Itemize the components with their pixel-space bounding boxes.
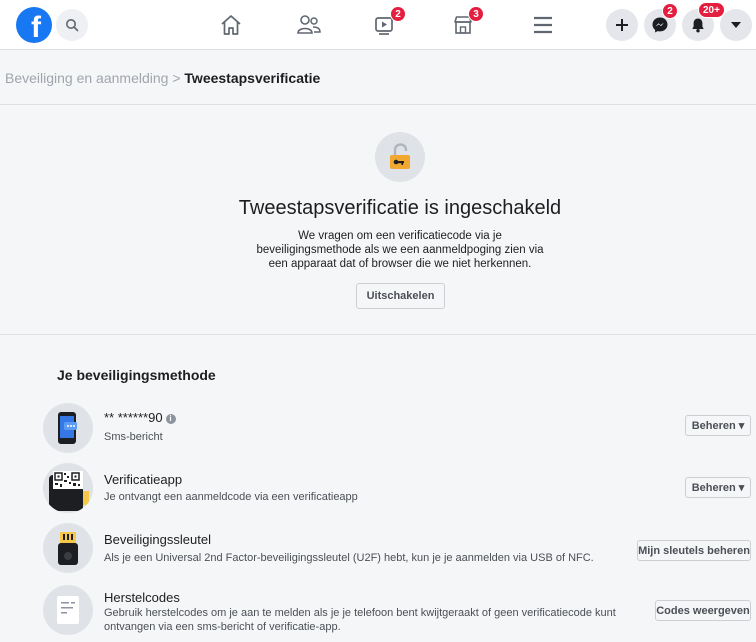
breadcrumb-parent-link[interactable]: Beveiliging en aanmelding bbox=[5, 70, 168, 86]
messenger-icon bbox=[652, 17, 668, 33]
caret-down-icon bbox=[731, 22, 741, 28]
create-button[interactable] bbox=[606, 9, 638, 41]
lock-illustration bbox=[375, 132, 425, 182]
friends-icon bbox=[297, 15, 321, 34]
top-navigation-bar: f 2 3 2 20+ bbox=[0, 0, 756, 50]
manage-keys-button[interactable]: Mijn sleutels beheren bbox=[637, 540, 751, 561]
hero-description-line: We vragen om een verificatiecode via je bbox=[298, 230, 502, 242]
method-description-line: Gebruik herstelcodes om je aan te melden… bbox=[104, 607, 616, 619]
plus-icon bbox=[616, 19, 628, 31]
method-description: Sms-bericht bbox=[104, 431, 163, 443]
menu-tab[interactable] bbox=[528, 10, 558, 40]
marketplace-badge: 3 bbox=[468, 6, 484, 22]
watch-badge: 2 bbox=[390, 6, 406, 22]
manage-app-button[interactable]: Beheren ▾ bbox=[685, 477, 751, 498]
hamburger-menu-icon bbox=[534, 16, 552, 34]
divider bbox=[0, 104, 756, 105]
breadcrumb-current: Tweestapsverificatie bbox=[184, 70, 321, 86]
search-icon bbox=[66, 19, 79, 32]
method-description: Je ontvangt een aanmeldcode via een veri… bbox=[104, 491, 358, 503]
method-description: Gebruik herstelcodes om je aan te melden… bbox=[104, 606, 616, 634]
method-title: Herstelcodes bbox=[104, 590, 180, 605]
method-title-text: ** ******90 bbox=[104, 410, 163, 425]
method-icon-app bbox=[43, 463, 93, 513]
method-title: Verificatieapp bbox=[104, 472, 183, 487]
document-icon bbox=[57, 596, 79, 624]
messenger-badge: 2 bbox=[662, 3, 678, 19]
method-icon-codes bbox=[43, 585, 93, 635]
security-key-icon bbox=[58, 532, 78, 565]
breadcrumb-separator: > bbox=[172, 70, 181, 86]
method-description: Als je een Universal 2nd Factor-beveilig… bbox=[104, 552, 594, 564]
friends-tab[interactable] bbox=[294, 10, 324, 40]
disable-button[interactable]: Uitschakelen bbox=[356, 283, 445, 309]
notifications-button[interactable]: 20+ bbox=[682, 2, 725, 41]
hero-description: We vragen om een verificatiecode via je … bbox=[250, 229, 550, 271]
info-icon[interactable]: i bbox=[165, 414, 176, 424]
method-title: Beveiligingssleutel bbox=[104, 532, 211, 547]
bell-icon bbox=[692, 18, 704, 33]
facebook-logo-icon[interactable]: f bbox=[16, 7, 52, 44]
marketplace-tab[interactable]: 3 bbox=[448, 6, 484, 40]
search-button[interactable] bbox=[56, 9, 88, 41]
messenger-button[interactable]: 2 bbox=[644, 3, 678, 41]
account-menu-button[interactable] bbox=[720, 9, 752, 41]
unlocked-padlock-icon bbox=[390, 143, 410, 169]
manage-sms-button[interactable]: Beheren ▾ bbox=[685, 415, 751, 436]
hero-description-line: beveiligingsmethode als we een aanmeldpo… bbox=[256, 244, 544, 256]
breadcrumb: Beveiliging en aanmelding > Tweestapsver… bbox=[5, 70, 320, 86]
method-title: ** ******90 i bbox=[104, 410, 176, 425]
phone-icon bbox=[58, 412, 77, 444]
section-title: Je beveiligingsmethode bbox=[57, 367, 216, 383]
qr-code-icon bbox=[49, 471, 89, 511]
method-description-line: ontvangen via een sms-bericht of verific… bbox=[104, 621, 341, 633]
show-codes-button[interactable]: Codes weergeven bbox=[655, 600, 751, 621]
notifications-badge: 20+ bbox=[698, 2, 725, 18]
watch-tab[interactable]: 2 bbox=[370, 6, 406, 40]
method-icon-sms bbox=[43, 403, 93, 453]
hero-description-line: een apparaat dat of browser die we niet … bbox=[268, 258, 532, 270]
divider bbox=[0, 334, 756, 335]
page-title: Tweestapsverificatie is ingeschakeld bbox=[238, 197, 562, 219]
home-tab[interactable] bbox=[216, 10, 246, 40]
method-icon-key bbox=[43, 523, 93, 573]
home-icon bbox=[221, 15, 241, 35]
